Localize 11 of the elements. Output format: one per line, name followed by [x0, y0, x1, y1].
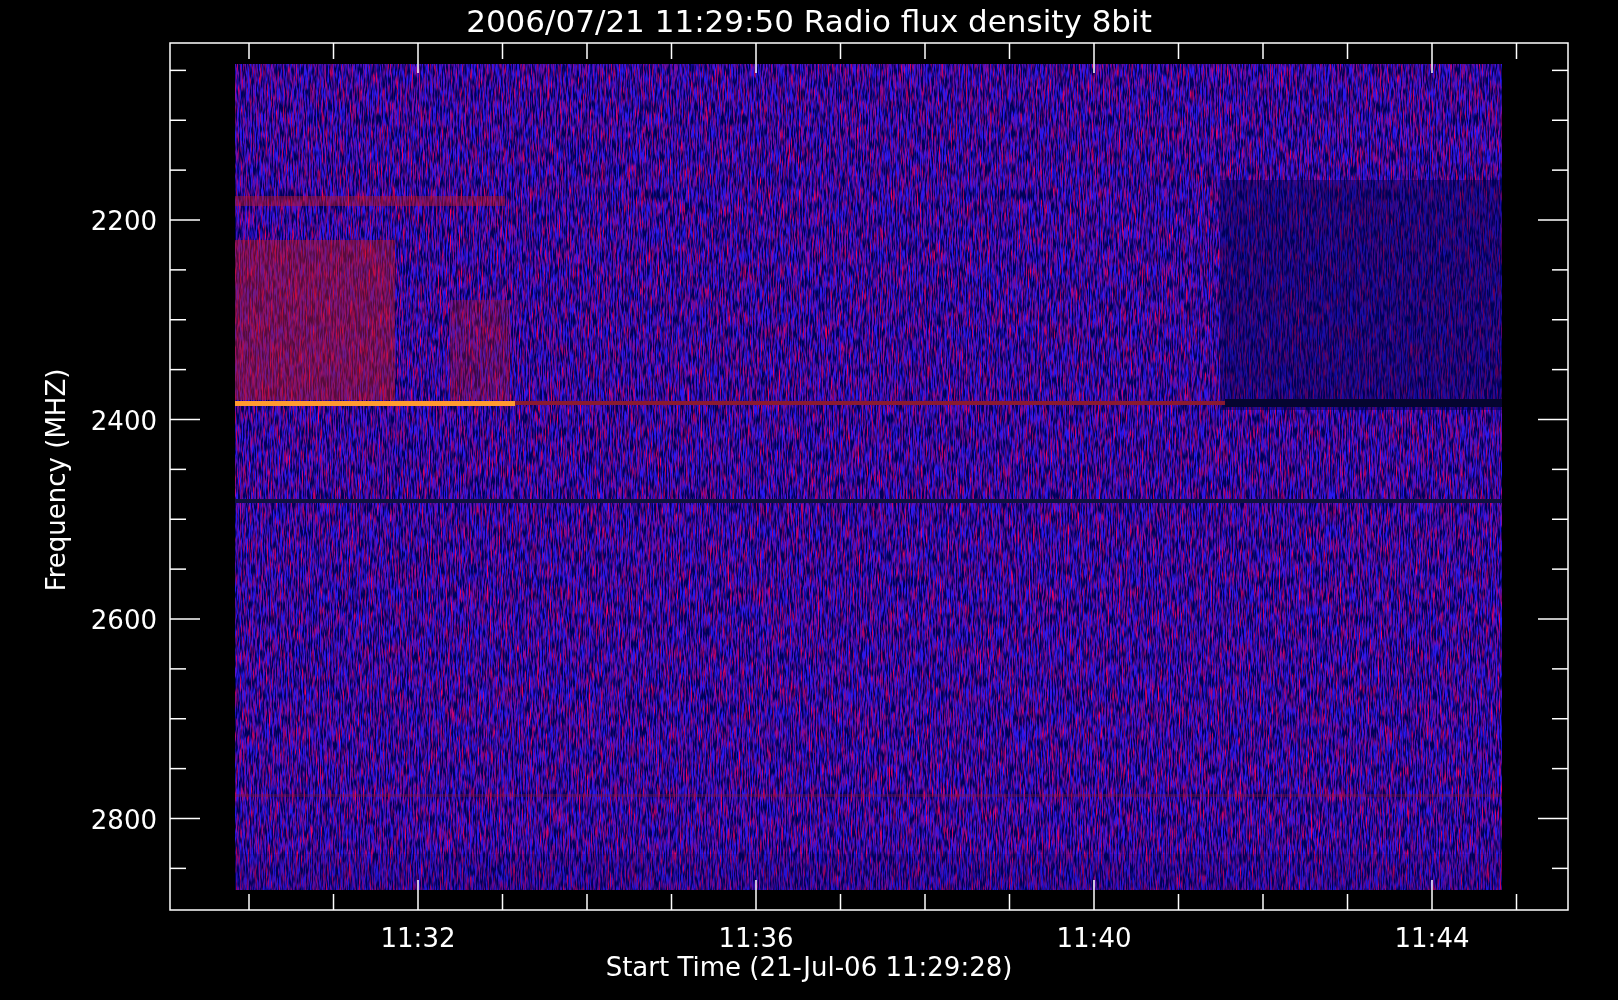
- x-tick-label: 11:44: [1394, 923, 1470, 953]
- y-tick-label: 2400: [90, 405, 157, 436]
- x-axis-title: Start Time (21-Jul-06 11:29:28): [605, 952, 1013, 982]
- y-tick-label: 2200: [90, 206, 157, 236]
- x-tick-label: 11:40: [1056, 923, 1132, 953]
- y-axis-title: Frequency (MHZ): [41, 368, 71, 592]
- x-tick-label: 11:32: [380, 923, 456, 953]
- y-tick-label: 2600: [90, 605, 157, 635]
- y-tick-label: 2800: [90, 804, 157, 835]
- x-tick-label: 11:36: [718, 923, 794, 953]
- chart-title: 2006/07/21 11:29:50 Radio flux density 8bit: [466, 3, 1152, 39]
